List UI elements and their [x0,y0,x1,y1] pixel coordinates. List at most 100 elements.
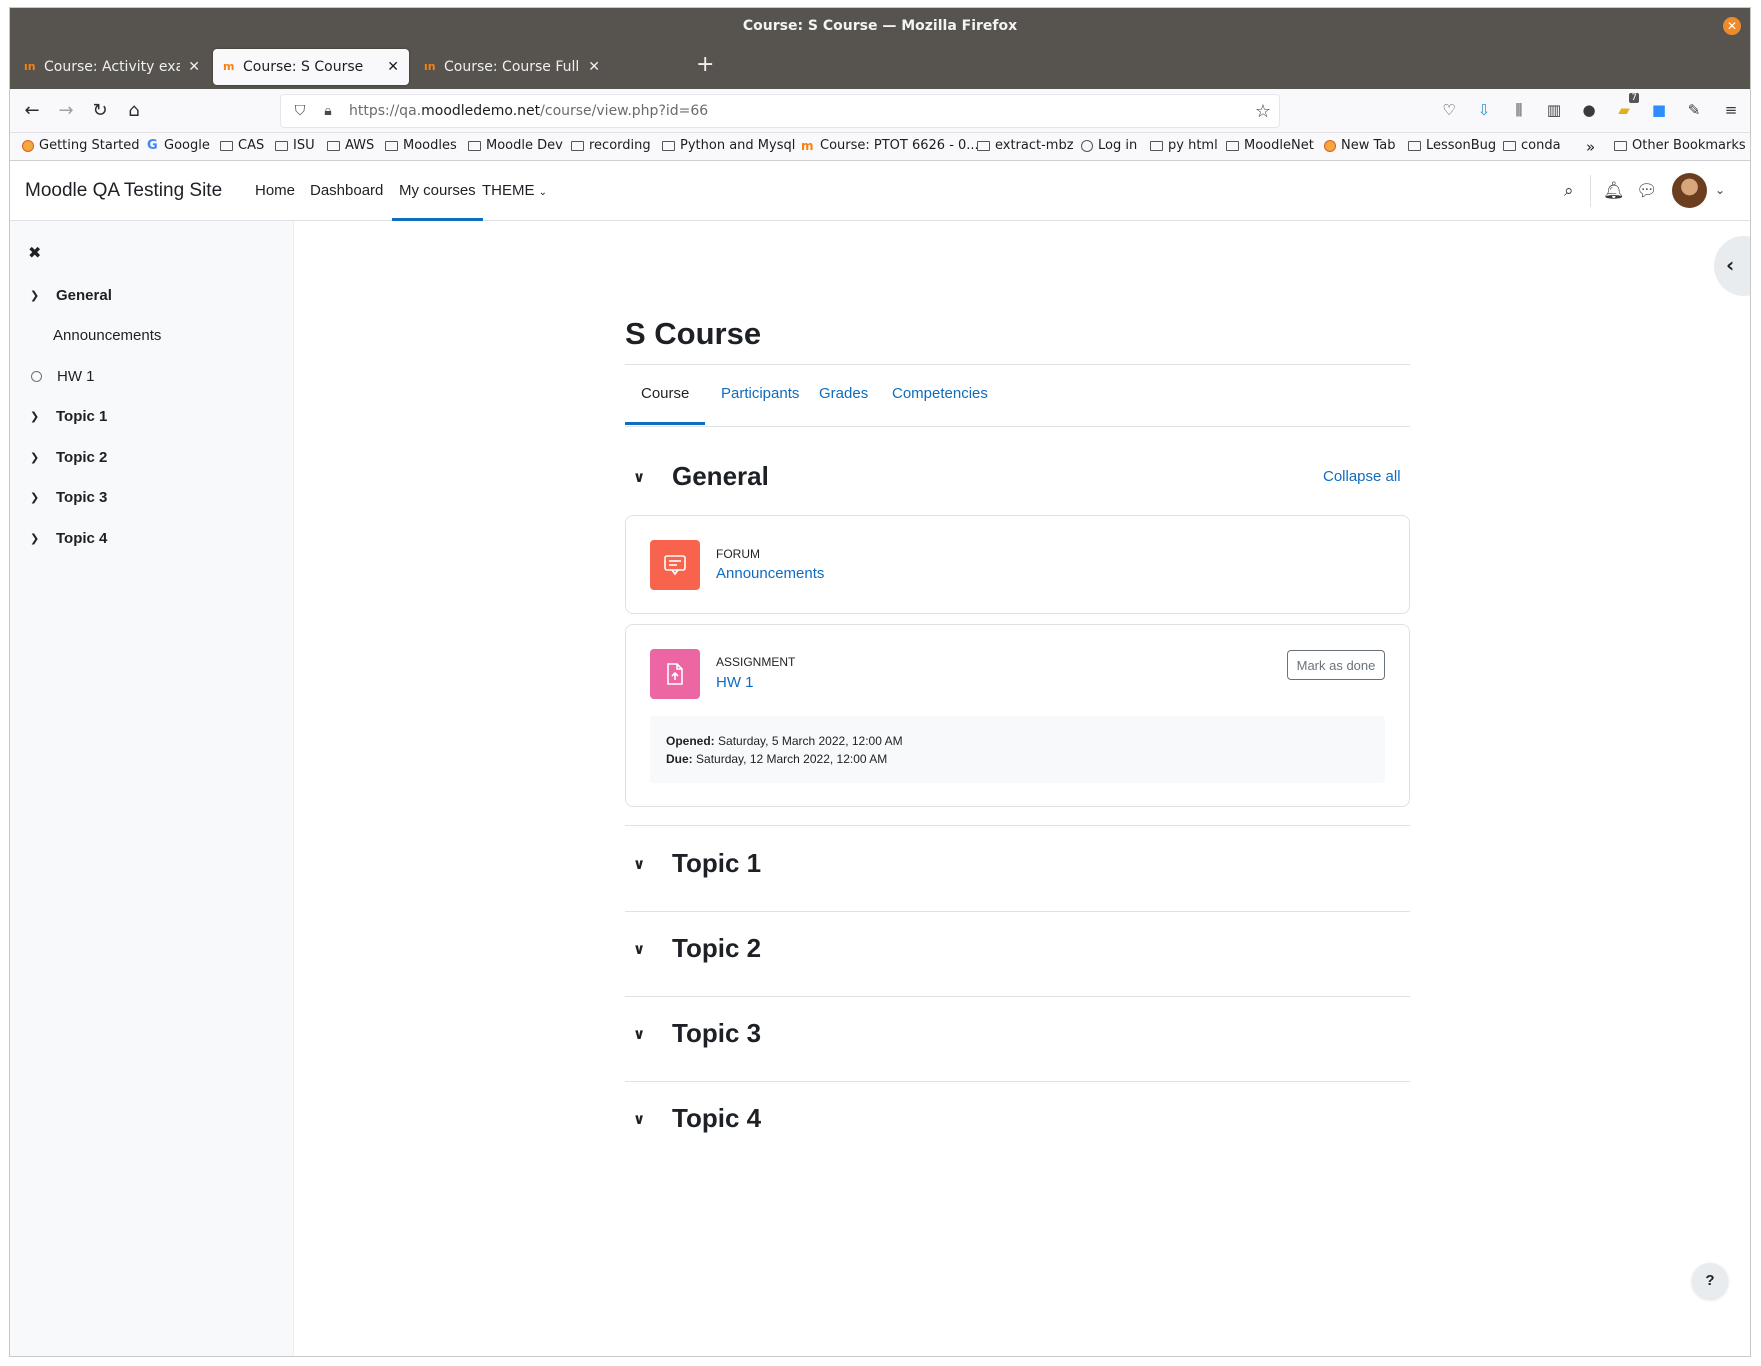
index-section-general[interactable]: ❯ General [30,287,112,304]
bookmark-conda[interactable]: conda [1503,138,1561,153]
forward-icon[interactable]: → [54,99,78,123]
bookmark-cas[interactable]: CAS [220,138,264,153]
user-menu-chevron-icon[interactable]: ⌄ [1715,183,1725,197]
notification-bell-icon[interactable]: 🔔︎ [1603,181,1625,201]
activity-link[interactable]: Announcements [716,565,824,582]
tab-close-icon[interactable]: ✕ [188,59,200,75]
firefox-icon [1324,139,1336,152]
bookmark-moodles[interactable]: Moodles [385,138,457,153]
folder-icon [977,140,990,151]
tab-participants[interactable]: Participants [705,385,815,422]
browser-tab-activity-examples[interactable]: ın Course: Activity examples ✕ [14,49,210,85]
search-icon[interactable]: ⌕ [1564,181,1574,201]
account-icon[interactable]: ● [1578,101,1600,121]
nav-dashboard[interactable]: Dashboard [303,161,390,221]
extension-icon[interactable]: ✎ [1683,101,1705,121]
assignment-icon[interactable] [650,649,700,699]
activity-link[interactable]: HW 1 [716,674,754,691]
mark-as-done-button[interactable]: Mark as done [1287,650,1385,680]
bookmark-python-mysql[interactable]: Python and Mysql [662,138,795,153]
browser-tab-s-course[interactable]: m Course: S Course ✕ [213,49,409,85]
globe-icon [1081,139,1093,152]
folder-icon [1408,140,1421,151]
extension-folder-icon[interactable]: ▰ 7 [1613,93,1639,121]
bookmark-other-bookmarks[interactable]: Other Bookmarks [1614,138,1746,153]
activity-type: FORUM [716,547,760,561]
sidebar-icon[interactable]: ▥ [1543,101,1565,121]
tab-competencies[interactable]: Competencies [876,385,1004,422]
forum-icon[interactable] [650,540,700,590]
library-icon[interactable]: ⫼ [1508,101,1530,121]
chevron-down-icon[interactable]: ❯ [30,410,48,423]
nav-theme[interactable]: THEME ⌄ [475,161,554,221]
reload-icon[interactable]: ↻ [88,99,112,123]
bookmark-log-in[interactable]: Log in [1081,138,1137,153]
lock-icon[interactable]: 🔒︎ [319,103,337,119]
messages-icon[interactable]: 💬︎ [1636,181,1658,201]
folder-icon [220,140,233,151]
chevron-down-icon[interactable]: ∨ [633,1025,657,1043]
nav-home[interactable]: Home [248,161,302,221]
bookmark-moodle-dev[interactable]: Moodle Dev [468,138,563,153]
folder-icon [468,140,481,151]
chevron-down-icon[interactable]: ❯ [30,532,48,545]
tab-close-icon[interactable]: ✕ [387,59,399,75]
pocket-icon[interactable]: ♡ [1438,101,1460,121]
bookmark-moodlenet[interactable]: MoodleNet [1226,138,1314,153]
menu-icon[interactable]: ≡ [1720,101,1742,121]
window-titlebar: Course: S Course — Mozilla Firefox ✕ [10,8,1750,44]
chevron-down-icon[interactable]: ∨ [633,940,657,958]
home-icon[interactable]: ⌂ [122,99,146,123]
nav-my-courses[interactable]: My courses [392,161,483,221]
bookmark-recording[interactable]: recording [571,138,651,153]
zoom-extension-icon[interactable]: ■ [1648,101,1670,121]
chevron-down-icon[interactable]: ∨ [633,468,657,486]
avatar[interactable] [1672,173,1707,208]
back-icon[interactable]: ← [20,99,44,123]
index-section-topic-2[interactable]: ❯ Topic 2 [30,449,107,466]
bookmarks-overflow-icon[interactable]: » [1586,138,1595,156]
bookmark-google[interactable]: G Google [147,138,210,153]
window-close-icon[interactable]: ✕ [1723,17,1741,35]
index-section-topic-3[interactable]: ❯ Topic 3 [30,489,107,506]
address-bar[interactable]: ⛉ 🔒︎ https://qa.moodledemo.net/course/vi… [280,94,1280,128]
chevron-down-icon[interactable]: ❯ [30,491,48,504]
bookmark-extract-mbz[interactable]: extract-mbz [977,138,1074,153]
shield-icon[interactable]: ⛉ [291,103,309,119]
course-index-drawer: ✖ ❯ General Announcements HW 1 ❯ Topic 1 ❯… [10,221,294,1356]
moodle-icon: m [801,138,814,153]
activity-assignment: ASSIGNMENT HW 1 Mark as done Opened: Sat… [625,624,1410,807]
new-tab-icon[interactable]: + [696,52,714,77]
index-activity-announcements[interactable]: Announcements [53,327,161,344]
chevron-down-icon[interactable]: ∨ [633,855,657,873]
open-block-drawer-button[interactable]: ‹ [1714,236,1750,296]
bookmark-lessonbug[interactable]: LessonBug [1408,138,1496,153]
tab-close-icon[interactable]: ✕ [588,59,600,75]
bookmark-py-html[interactable]: py html [1150,138,1218,153]
bookmark-isu[interactable]: ISU [275,138,315,153]
bookmark-course-ptot[interactable]: m Course: PTOT 6626 - 0... [801,138,979,153]
download-icon[interactable]: ⇩ [1473,101,1495,121]
help-button[interactable]: ? [1692,1263,1728,1299]
chevron-down-icon[interactable]: ∨ [633,1110,657,1128]
tab-course[interactable]: Course [625,385,706,425]
url-text[interactable]: https://qa.moodledemo.net/course/view.ph… [349,103,708,119]
index-activity-hw1[interactable]: HW 1 [30,368,95,385]
site-name[interactable]: Moodle QA Testing Site [25,180,222,202]
tab-grades[interactable]: Grades [803,385,884,422]
bookmark-star-icon[interactable]: ☆ [1255,101,1271,122]
folder-icon [385,140,398,151]
folder-icon [662,140,675,151]
moodle-favicon-icon: m [223,60,235,73]
bookmark-aws[interactable]: AWS [327,138,374,153]
section-divider [625,911,1410,912]
close-drawer-icon[interactable]: ✖ [28,243,41,263]
chevron-down-icon[interactable]: ❯ [30,289,48,302]
bookmark-getting-started[interactable]: Getting Started [22,138,140,153]
collapse-all-link[interactable]: Collapse all [1323,468,1401,485]
browser-tab-course-fullname[interactable]: ın Course: Course Fullname 101 ✕ [414,49,610,85]
index-section-topic-4[interactable]: ❯ Topic 4 [30,530,107,547]
bookmark-new-tab[interactable]: New Tab [1324,138,1396,153]
chevron-down-icon[interactable]: ❯ [30,451,48,464]
index-section-topic-1[interactable]: ❯ Topic 1 [30,408,107,425]
